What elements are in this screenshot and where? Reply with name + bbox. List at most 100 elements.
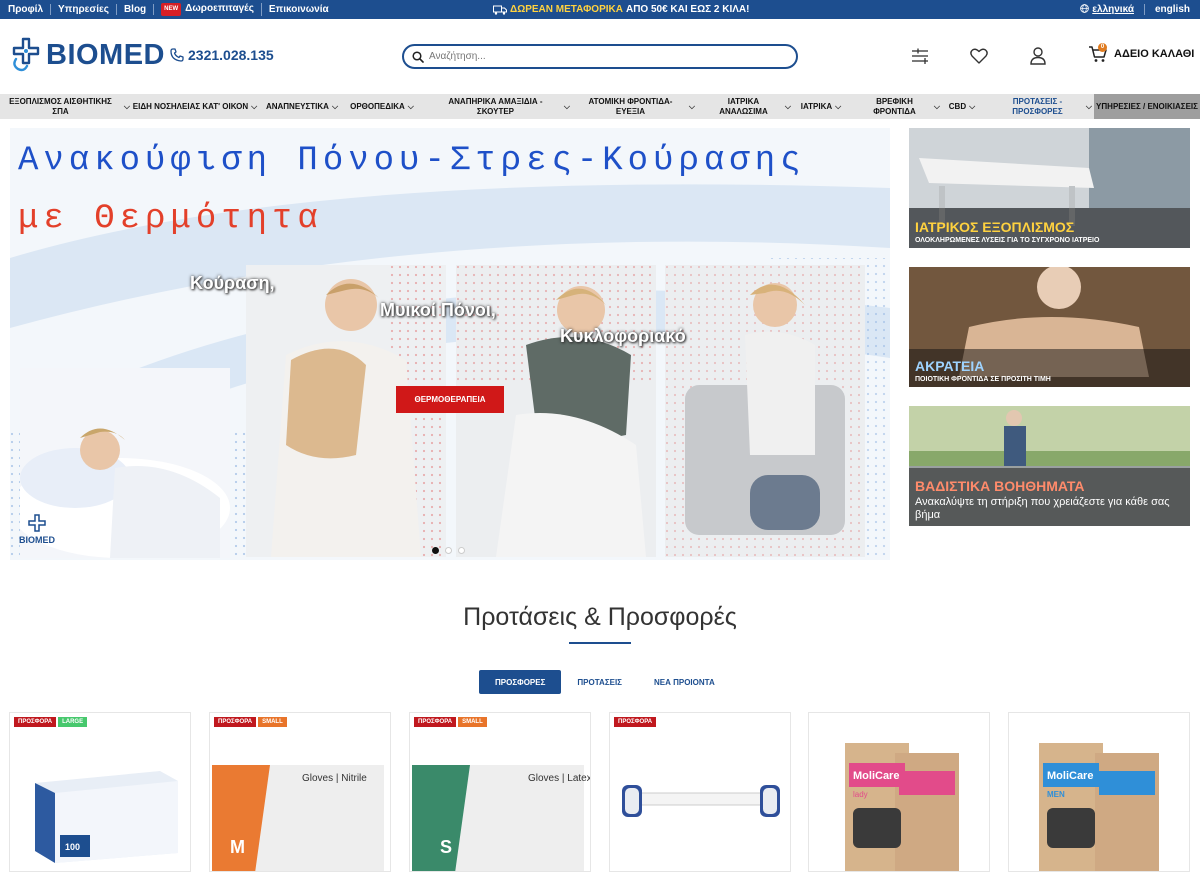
banner-title: ΙΑΤΡΙΚΟΣ ΕΞΟΠΛΙΣΜΟΣ (915, 219, 1075, 235)
contact-link[interactable]: Επικοινωνία (262, 4, 336, 15)
nav-label: ΕΙΔΗ ΝΟΣΗΛΕΙΑΣ ΚΑΤ' ΟΙΚΟΝ (132, 101, 249, 111)
chevron-down-icon: ⌵ (835, 101, 842, 111)
compare-icon (912, 48, 928, 64)
banner-caption: ΑΚΡΑΤΕΙΑ ΠΟΙΟΤΙΚΗ ΦΡΟΝΤΙΔΑ ΣΕ ΠΡΟΣΙΤΗ ΤΙ… (909, 354, 1190, 387)
foot-warmer-illustration (665, 265, 865, 557)
services-link[interactable]: Υπηρεσίες (51, 4, 117, 15)
globe-icon (1080, 4, 1090, 13)
compare-button[interactable] (909, 45, 931, 67)
shipping-notice: ΔΩΡΕΑΝ ΜΕΤΑΦΟΡΙΚΑ ΑΠΟ 50€ ΚΑΙ ΕΩΣ 2 ΚΙΛΑ… (493, 0, 749, 19)
phone-number-text: 2321.028.135 (188, 47, 274, 63)
tab-new-products[interactable]: ΝΕΑ ΠΡΟΙΟΝΤΑ (638, 670, 731, 694)
chevron-down-icon: ⌵ (969, 101, 976, 111)
box-brand-text: Gloves | Latex (528, 773, 591, 784)
banner-subtitle: ΠΟΙΟΤΙΚΗ ΦΡΟΝΤΙΔΑ ΣΕ ΠΡΟΣΙΤΗ ΤΙΜΗ (915, 376, 1051, 383)
free-shipping-text: ΑΠΟ 50€ ΚΑΙ ΕΩΣ 2 ΚΙΛΑ! (625, 4, 750, 15)
banner-medical-equipment[interactable]: ΙΑΤΡΙΚΟΣ ΕΞΟΠΛΙΣΜΟΣ ΟΛΟΚΛΗΡΩΜΕΝΕΣ ΛΥΣΕΙΣ… (909, 128, 1190, 248)
nav-cbd[interactable]: CBD ⌵ (942, 94, 982, 119)
tab-offers[interactable]: ΠΡΟΣΦΟΡΕΣ (479, 670, 562, 694)
nav-label: ΑΝΑΠΗΡΙΚΑ ΑΜΑΞΙΔΙΑ - ΣΚΟΥΤΕΡ (448, 96, 543, 116)
chevron-down-icon: ⌵ (251, 101, 258, 111)
product-card[interactable]: ΠΡΟΣΦΟΡΑ (609, 712, 791, 872)
nav-label: ΥΠΗΡΕΣΙΕΣ / ΕΝΟΙΚΙΑΣΕΙΣ (1096, 101, 1198, 111)
nav-baby-care[interactable]: ΒΡΕΦΙΚΗ ΦΡΟΝΤΙΔΑ ⌵ (858, 94, 940, 119)
box-brand-text: Gloves | Nitrile (302, 773, 367, 784)
banner-subtitle: Ανακαλύψτε τη στήριξη που χρειάζεστε για… (915, 496, 1170, 521)
nav-label: ΒΡΕΦΙΚΗ ΦΡΟΝΤΙΔΑ (873, 96, 916, 116)
cart-button[interactable]: 0 ΑΔΕΙΟ ΚΑΛΑΘΙ (1088, 43, 1195, 63)
product-card[interactable]: MoliCare lady (808, 712, 990, 872)
box-sub-text: lady (853, 790, 868, 799)
nav-home-nursing[interactable]: ΕΙΔΗ ΝΟΣΗΛΕΙΑΣ ΚΑΤ' ΟΙΚΟΝ ⌵ (130, 94, 260, 119)
slider-dots (432, 547, 471, 554)
wishlist-button[interactable] (968, 45, 990, 67)
nav-personal-care[interactable]: ΑΤΟΜΙΚΗ ΦΡΟΝΤΙΔΑ-ΕΥΕΞΙΑ ⌵ (575, 94, 695, 119)
hero-label-circulation: Κυκλοφοριακό (560, 326, 686, 346)
tab-suggestions[interactable]: ΠΡΟΤΑΣΕΙΣ (561, 670, 638, 694)
phone-icon (170, 48, 184, 62)
banner-walking-aids[interactable]: ΒΑΔΙΣΤΙΚΑ ΒΟΗΘΗΜΑΤΑ Ανακαλύψτε τη στήριξ… (909, 406, 1190, 526)
offers-section-title: Προτάσεις & Προσφορές (463, 603, 737, 631)
nav-respiratory[interactable]: ΑΝΑΠΝΕΥΣΤΙΚΑ ⌵ (262, 94, 342, 119)
chevron-down-icon: ⌵ (784, 101, 791, 111)
box-size-letter: S (440, 837, 452, 857)
account-button[interactable] (1027, 45, 1049, 67)
user-icon (1030, 47, 1046, 65)
nav-label: CBD (948, 101, 967, 111)
product-card[interactable]: MoliCare MEN (1008, 712, 1190, 872)
chevron-down-icon: ⌵ (331, 101, 339, 111)
phone-number[interactable]: 2321.028.135 (170, 47, 274, 63)
nav-label: ΕΞΟΠΛΙΣΜΟΣ ΑΙΣΘΗΤΙΚΗΣ ΣΠΑ (9, 96, 112, 116)
hero-label-fatigue: Κούραση, (190, 273, 275, 293)
banner-incontinence[interactable]: ΑΚΡΑΤΕΙΑ ΠΟΙΟΤΙΚΗ ΦΡΟΝΤΙΔΑ ΣΕ ΠΡΟΣΙΤΗ ΤΙ… (909, 267, 1190, 387)
lang-greek[interactable]: ελληνικά (1070, 4, 1145, 15)
offers-tabs: ΠΡΟΣΦΟΡΕΣ ΠΡΟΤΑΣΕΙΣ ΝΕΑ ΠΡΟΙΟΝΤΑ (479, 670, 731, 694)
hero-brand-mark: BIOMED (19, 514, 55, 545)
main-nav: ΕΞΟΠΛΙΣΜΟΣ ΑΙΣΘΗΤΙΚΗΣ ΣΠΑ ⌵ ΕΙΔΗ ΝΟΣΗΛΕΙΑ… (0, 94, 1200, 119)
nav-medical[interactable]: ΙΑΤΡΙΚΑ ⌵ (793, 94, 849, 119)
search-icon (412, 50, 424, 63)
nav-orthopedic[interactable]: ΟΡΘΟΠΕΔΙΚΑ ⌵ (344, 94, 420, 119)
cart-label: ΑΔΕΙΟ ΚΑΛΑΘΙ (1114, 48, 1195, 60)
hero-slider[interactable]: Ανακούφιση Πόνου-Στρες-Κούρασης με Θερμό… (10, 128, 890, 560)
banner-subtitle: ΟΛΟΚΛΗΡΩΜΕΝΕΣ ΛΥΣΕΙΣ ΓΙΑ ΤΟ ΣΥΓΧΡΟΝΟ ΙΑΤ… (915, 237, 1100, 244)
thermotherapy-button[interactable]: ΘΕΡΜΟΘΕΡΑΠΕΙΑ (396, 386, 504, 413)
chevron-down-icon: ⌵ (688, 101, 695, 111)
nav-medical-consumables[interactable]: ΙΑΤΡΙΚΑ ΑΝΑΛΩΣΙΜΑ ⌵ (705, 94, 791, 119)
top-links: Προφίλ Υπηρεσίες Blog NEW Δωροεπιταγές Επ… (8, 0, 336, 19)
nav-label: ΙΑΤΡΙΚΑ (800, 101, 833, 111)
blog-link[interactable]: Blog (117, 4, 155, 15)
hero-subheadline: με Θερμότητα (18, 200, 323, 238)
nav-label: ΙΑΤΡΙΚΑ ΑΝΑΛΩΣΙΜΑ (719, 96, 768, 116)
profile-link[interactable]: Προφίλ (8, 4, 52, 15)
search-bar[interactable] (402, 44, 798, 69)
grab-bar-image (622, 785, 780, 817)
search-input[interactable] (429, 51, 769, 62)
banner-caption: ΙΑΤΡΙΚΟΣ ΕΞΟΠΛΙΣΜΟΣ ΟΛΟΚΛΗΡΩΜΕΝΕΣ ΛΥΣΕΙΣ… (909, 215, 1190, 248)
nav-offers[interactable]: ΠΡΟΤΑΣΕΙΣ - ΠΡΟΣΦΟΡΕΣ ⌵ (992, 94, 1092, 119)
cart-count-badge: 0 (1098, 43, 1107, 52)
molicare-men-image: MoliCare MEN (1039, 743, 1159, 871)
slider-dot[interactable] (458, 547, 465, 554)
nav-aesthetic-spa[interactable]: ΕΞΟΠΛΙΣΜΟΣ ΑΙΣΘΗΤΙΚΗΣ ΣΠΑ ⌵ (0, 94, 130, 119)
product-card[interactable]: ΠΡΟΣΦΟΡΑ SMALL Gloves | Latex S (409, 712, 591, 872)
nav-label: ΠΡΟΤΑΣΕΙΣ - ΠΡΟΣΦΟΡΕΣ (1012, 96, 1063, 116)
banner-caption: ΒΑΔΙΣΤΙΚΑ ΒΟΗΘΗΜΑΤΑ Ανακαλύψτε τη στήριξ… (909, 474, 1190, 526)
box-size-letter: M (230, 837, 245, 857)
logo-text: BIOMED (46, 38, 165, 71)
biomed-small-logo-icon (28, 514, 46, 532)
gift-vouchers-link[interactable]: NEW Δωροεπιταγές (154, 3, 262, 16)
hero-headline: Ανακούφιση Πόνου-Στρες-Κούρασης (18, 142, 806, 180)
truck-icon (493, 5, 507, 15)
nav-services-rentals[interactable]: ΥΠΗΡΕΣΙΕΣ / ΕΝΟΙΚΙΑΣΕΙΣ (1094, 94, 1200, 119)
language-switch: ελληνικά english (1070, 0, 1190, 19)
lang-english[interactable]: english (1145, 4, 1190, 15)
box-count: 100 (65, 842, 80, 852)
product-card[interactable]: ΠΡΟΣΦΟΡΑ LARGE 100 (9, 712, 191, 872)
nav-wheelchairs[interactable]: ΑΝΑΠΗΡΙΚΑ ΑΜΑΞΙΔΙΑ - ΣΚΟΥΤΕΡ ⌵ (430, 94, 570, 119)
slider-dot[interactable] (445, 547, 452, 554)
top-bar: Προφίλ Υπηρεσίες Blog NEW Δωροεπιταγές Επ… (0, 0, 1200, 19)
slider-dot-active[interactable] (432, 547, 439, 554)
product-card[interactable]: ΠΡΟΣΦΟΡΑ SMALL Gloves | Nitrile M (209, 712, 391, 872)
site-logo[interactable]: BIOMED (10, 37, 165, 73)
